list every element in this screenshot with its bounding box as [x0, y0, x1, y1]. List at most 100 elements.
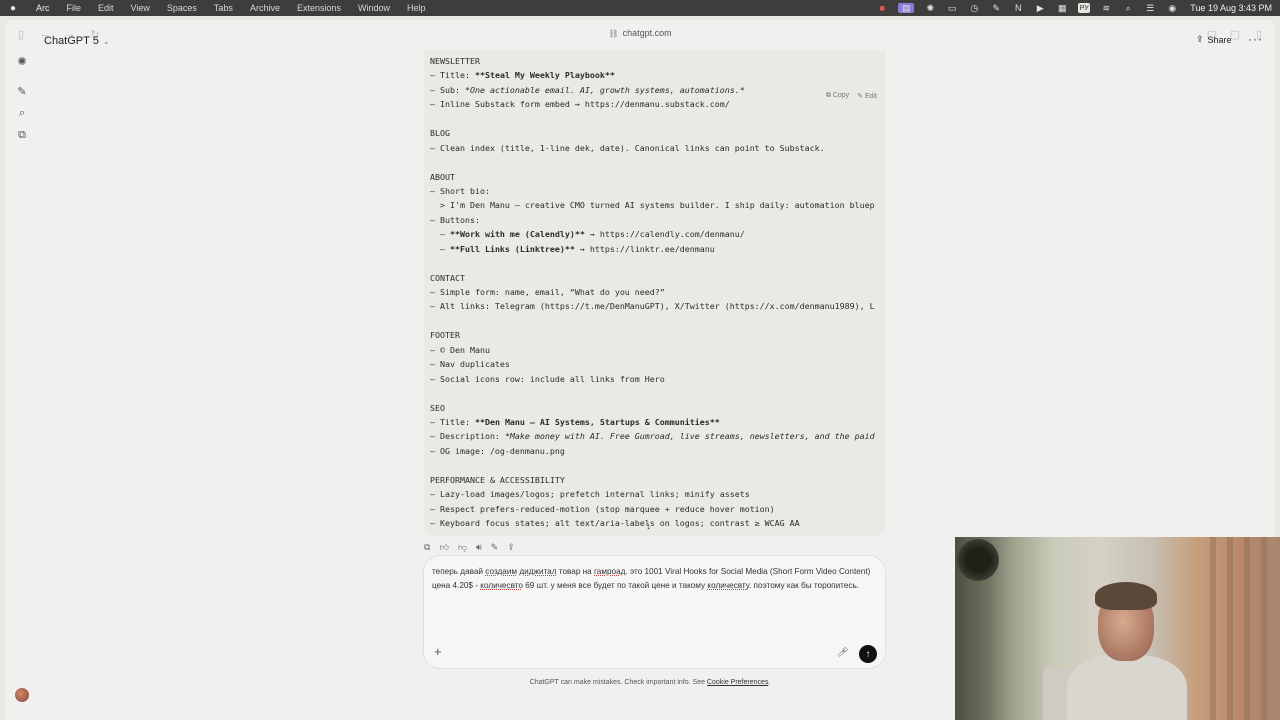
edit-in-canvas-icon[interactable]: ✎: [491, 542, 499, 553]
copy-code-button[interactable]: ⧉ Copy: [826, 92, 849, 100]
webcam-overlay: [955, 537, 1280, 720]
message-composer[interactable]: теперь давай создаим диджитал товар на г…: [424, 556, 885, 668]
address-bar[interactable]: ⛓ chatgpt.com: [5, 28, 1275, 38]
menu-view[interactable]: View: [131, 3, 150, 13]
code-text: → https://calendly.com/denmanu/: [584, 229, 745, 240]
code-line: – Sub: *One actionable email. AI, growth…: [430, 83, 885, 97]
code-line: – Description: *Make money with AI. Free…: [430, 429, 885, 443]
menu-spaces[interactable]: Spaces: [167, 3, 197, 13]
search-icon[interactable]: ⌕: [1122, 3, 1134, 13]
code-line: CONTACT: [430, 271, 885, 285]
time-machine-icon[interactable]: ◷: [968, 3, 980, 13]
thumbs-down-icon[interactable]: 👎︎: [458, 542, 467, 553]
search-chats-icon[interactable]: ⌕: [14, 105, 30, 121]
composer-text-segment: гамроад: [594, 567, 626, 576]
add-attachment-icon[interactable]: +: [434, 644, 442, 659]
edit-label: Edit: [864, 93, 877, 100]
code-text: **Full Links (Linktree)**: [449, 243, 575, 254]
play-icon[interactable]: ▶: [1034, 3, 1046, 13]
notion-icon[interactable]: N: [1012, 3, 1024, 13]
chevron-down-icon: ⌄: [102, 36, 110, 46]
avatar[interactable]: [15, 688, 29, 702]
send-button[interactable]: ↑: [859, 645, 877, 663]
code-text: ABOUT: [430, 171, 455, 182]
person-body: [1067, 655, 1187, 720]
code-text: > I'm Den Manu — creative CMO turned AI …: [430, 200, 875, 211]
code-line: – OG image: /og-denmanu.png: [430, 444, 885, 458]
share-message-icon[interactable]: ⇪: [507, 542, 515, 553]
menu-help[interactable]: Help: [407, 3, 426, 13]
new-chat-icon[interactable]: ✎: [14, 83, 30, 99]
menu-edit[interactable]: Edit: [98, 3, 114, 13]
message-actions: ⧉ 👍︎ 👎︎ 🔊︎ ✎ ⇪: [424, 542, 515, 553]
input-language-icon[interactable]: РУ: [1078, 3, 1091, 13]
code-text: **Steal My Weekly Playbook**: [474, 70, 615, 81]
browser-toolbar: ▯ ← → ↻ ⛓ chatgpt.com ▢ ▢ ▯: [5, 20, 1275, 48]
library-icon[interactable]: ⧉: [14, 127, 30, 143]
copy-message-icon[interactable]: ⧉: [424, 542, 430, 553]
control-center-icon[interactable]: ☰: [1144, 3, 1156, 13]
code-text: – Social icons row: include all links fr…: [430, 373, 665, 384]
menu-app[interactable]: Arc: [36, 3, 50, 13]
code-line: – Alt links: Telegram (https://t.me/DenM…: [430, 299, 885, 313]
siri-icon[interactable]: ◉: [1166, 3, 1178, 13]
lamp: [957, 539, 999, 581]
wifi-icon[interactable]: ≋: [1100, 3, 1112, 13]
code-text: **Den Manu — AI Systems, Startups & Comm…: [474, 416, 720, 427]
menu-tabs[interactable]: Tabs: [214, 3, 233, 13]
code-text: – Inline Substack form embed → https://d…: [430, 99, 730, 110]
code-line: – Simple form: name, email, “What do you…: [430, 285, 885, 299]
code-line: NEWSLETTER: [430, 54, 885, 68]
menu-archive[interactable]: Archive: [250, 3, 280, 13]
thumbs-up-icon[interactable]: 👍︎: [439, 542, 448, 553]
code-text: – Simple form: name, email, “What do you…: [430, 287, 665, 297]
code-text: → https://linktr.ee/denmanu: [574, 243, 715, 254]
copy-icon: ⧉: [825, 92, 833, 99]
code-text: – Sub:: [430, 84, 465, 95]
arrow-up-icon: ↑: [865, 648, 871, 660]
pen-icon[interactable]: ✎: [990, 3, 1002, 13]
code-text: *Make money with AI. Free Gumroad, live …: [504, 431, 875, 442]
code-line: ABOUT: [430, 170, 885, 184]
menu-file[interactable]: File: [67, 3, 82, 13]
code-text: – Alt links: Telegram (https://t.me/DenM…: [430, 301, 875, 312]
microphone-icon[interactable]: 🎤︎: [837, 647, 848, 658]
code-text: – Title:: [430, 416, 475, 427]
screen-share-icon[interactable]: ▤: [898, 3, 915, 13]
cookie-preferences-link[interactable]: Cookie Preferences: [707, 679, 768, 686]
model-selector[interactable]: ChatGPT 5 ⌄: [44, 35, 110, 47]
more-options-icon[interactable]: ···: [1248, 32, 1263, 46]
composer-input[interactable]: теперь давай создаим диджитал товар на г…: [432, 565, 880, 594]
code-text: – Nav duplicates: [430, 359, 510, 370]
code-line: FOOTER: [430, 328, 885, 342]
link-icon: ⛓: [608, 29, 619, 38]
composer-text-segment: количесвто: [480, 581, 523, 591]
recording-icon[interactable]: ■: [876, 3, 888, 13]
disclaimer-text: ChatGPT can make mistakes. Check importa…: [529, 679, 707, 686]
share-button[interactable]: ⇪ Share: [1196, 34, 1232, 45]
code-line: – **Work with me (Calendly)** → https://…: [430, 227, 885, 241]
code-text: – Short bio:: [430, 185, 490, 196]
composer-text-segment: создаим: [485, 567, 518, 576]
code-text: – Keyboard focus states; alt text/aria-l…: [430, 518, 800, 528]
code-line: PERFORMANCE & ACCESSIBILITY: [430, 473, 885, 487]
display-icon[interactable]: ▭: [946, 3, 958, 13]
code-line: – Short bio:: [430, 184, 885, 198]
person-hair: [1095, 582, 1157, 610]
code-line: – **Full Links (Linktree)** → https://li…: [430, 242, 885, 256]
code-text: – Respect prefers-reduced-motion (stop m…: [430, 503, 775, 514]
code-text: – Lazy-load images/logos; prefetch inter…: [430, 489, 750, 500]
code-text: CONTACT: [430, 272, 465, 283]
edit-code-button[interactable]: ✎ Edit: [857, 92, 877, 100]
openai-logo-icon[interactable]: ✺: [14, 53, 30, 69]
menu-clock[interactable]: Tue 19 Aug 3:43 PM: [1190, 3, 1272, 13]
speaker-icon[interactable]: 🔊︎: [476, 542, 482, 553]
calculator-icon[interactable]: ▦: [1056, 3, 1068, 13]
openai-status-icon[interactable]: ✺: [924, 3, 936, 13]
menu-window[interactable]: Window: [358, 3, 390, 13]
menu-extensions[interactable]: Extensions: [297, 3, 341, 13]
scroll-to-bottom-icon[interactable]: ↓: [646, 521, 651, 532]
apple-menu-icon[interactable]: ●: [6, 3, 20, 14]
